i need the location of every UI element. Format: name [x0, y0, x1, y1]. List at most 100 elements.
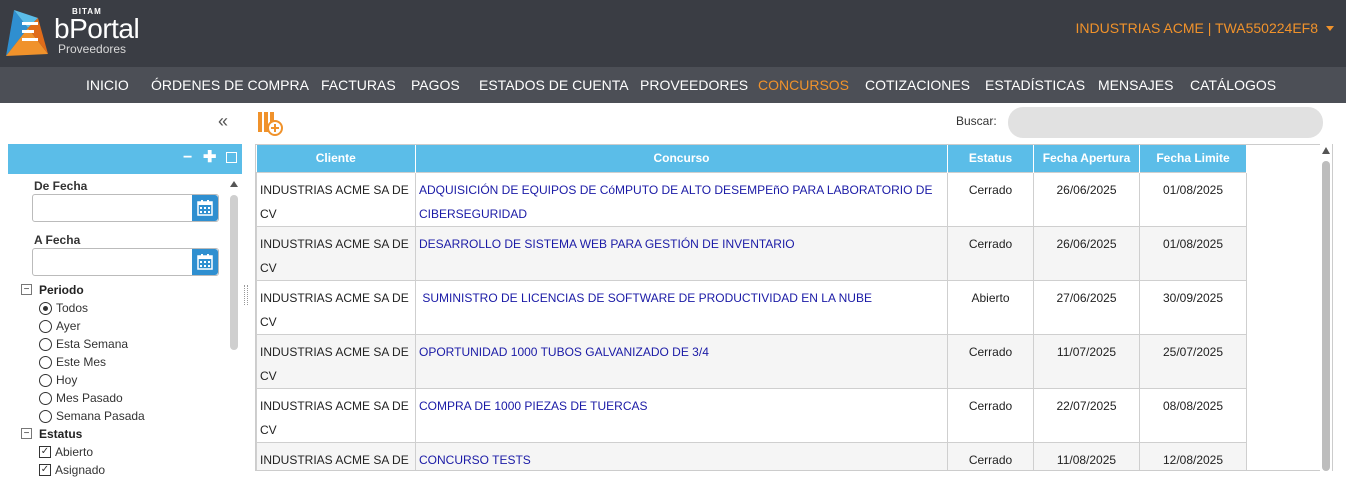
- cell-fecha-apertura: 22/07/2025: [1033, 387, 1140, 443]
- nav-item-inicio[interactable]: INICIO: [86, 77, 129, 93]
- table-row[interactable]: INDUSTRIAS ACME SA DE CV OPORTUNIDAD 100…: [256, 333, 1247, 389]
- column-header-fecha-limite[interactable]: Fecha Limite: [1139, 145, 1247, 172]
- table-row[interactable]: INDUSTRIAS ACME SA DE CV CONCURSO TESTS …: [256, 441, 1247, 470]
- cell-concurso-link[interactable]: COMPRA DE 1000 PIEZAS DE TUERCAS: [415, 387, 948, 443]
- account-dropdown[interactable]: INDUSTRIAS ACME | TWA550224EF8: [1075, 20, 1334, 36]
- nav-item-mensajes[interactable]: MENSAJES: [1098, 77, 1173, 93]
- table-header-row: Cliente Concurso Estatus Fecha Apertura …: [256, 145, 1247, 172]
- calendar-icon[interactable]: [192, 249, 218, 275]
- cell-fecha-apertura: 27/06/2025: [1033, 279, 1140, 335]
- checkbox-checked-icon[interactable]: ✓: [39, 464, 51, 476]
- cell-fecha-apertura: 26/06/2025: [1033, 225, 1140, 281]
- cell-cliente: INDUSTRIAS ACME SA DE CV: [256, 387, 416, 443]
- cell-cliente: INDUSTRIAS ACME SA DE CV: [256, 441, 416, 470]
- table-row[interactable]: INDUSTRIAS ACME SA DE CV DESARROLLO DE S…: [256, 225, 1247, 281]
- radio-icon[interactable]: [39, 373, 52, 387]
- column-header-concurso[interactable]: Concurso: [415, 145, 948, 172]
- radio-icon[interactable]: [39, 319, 52, 333]
- status-option-asignado[interactable]: ✓ Asignado: [39, 463, 105, 477]
- search-label: Buscar:: [956, 114, 997, 128]
- table-row[interactable]: INDUSTRIAS ACME SA DE CV SUMINISTRO DE L…: [256, 279, 1247, 335]
- concursos-table: Cliente Concurso Estatus Fecha Apertura …: [256, 145, 1247, 470]
- cell-fecha-limite: 30/09/2025: [1139, 279, 1247, 335]
- period-option-label: Este Mes: [56, 355, 107, 369]
- period-option-esta-semana[interactable]: Esta Semana: [39, 337, 128, 351]
- grid-scrollbar-thumb[interactable]: [1322, 161, 1330, 471]
- panel-splitter[interactable]: [244, 285, 248, 305]
- cell-fecha-limite: 01/08/2025: [1139, 225, 1247, 281]
- nav-item-estados-de-cuenta[interactable]: ESTADOS DE CUENTA: [479, 77, 629, 93]
- period-option-todos[interactable]: Todos: [39, 301, 88, 315]
- logo-subtitle: Proveedores: [58, 42, 127, 56]
- nav-item-concursos[interactable]: CONCURSOS: [758, 77, 849, 93]
- period-option-hoy[interactable]: Hoy: [39, 373, 77, 387]
- scroll-up-arrow-icon[interactable]: [1322, 147, 1330, 154]
- cell-concurso-link[interactable]: OPORTUNIDAD 1000 TUBOS GALVANIZADO DE 3/…: [415, 333, 948, 389]
- main-nav: INICIO ÓRDENES DE COMPRA FACTURAS PAGOS …: [0, 67, 1346, 103]
- column-header-fecha-apertura[interactable]: Fecha Apertura: [1033, 145, 1140, 172]
- scroll-up-arrow-icon[interactable]: [230, 181, 238, 187]
- periodo-collapse-toggle[interactable]: −: [21, 284, 32, 295]
- cell-estatus: Cerrado: [947, 225, 1034, 281]
- nav-item-cotizaciones[interactable]: COTIZACIONES: [865, 77, 970, 93]
- periodo-title: Periodo: [39, 283, 84, 297]
- cell-fecha-apertura: 11/07/2025: [1033, 333, 1140, 389]
- radio-icon[interactable]: [39, 391, 52, 405]
- cell-estatus: Abierto: [947, 279, 1034, 335]
- double-chevron-left-icon[interactable]: «: [218, 111, 228, 132]
- radio-icon[interactable]: [39, 337, 52, 351]
- nav-item-estadisticas[interactable]: ESTADÍSTICAS: [985, 77, 1085, 93]
- radio-selected-icon[interactable]: [39, 301, 52, 315]
- from-date-label: De Fecha: [34, 179, 88, 193]
- cell-fecha-limite: 08/08/2025: [1139, 387, 1247, 443]
- estatus-collapse-toggle[interactable]: −: [21, 428, 32, 439]
- search-input[interactable]: [1008, 107, 1323, 138]
- add-document-icon[interactable]: [257, 110, 283, 136]
- radio-icon[interactable]: [39, 409, 52, 423]
- table-row[interactable]: INDUSTRIAS ACME SA DE CV COMPRA DE 1000 …: [256, 387, 1247, 443]
- status-option-label: Abierto: [55, 445, 94, 459]
- period-option-label: Hoy: [56, 373, 78, 387]
- nav-item-catalogos[interactable]: CATÁLOGOS: [1190, 77, 1276, 93]
- cell-estatus: Cerrado: [947, 441, 1034, 470]
- expand-all-icon[interactable]: ✚: [203, 150, 216, 166]
- nav-item-proveedores[interactable]: PROVEEDORES: [640, 77, 748, 93]
- sidebar-scrollbar[interactable]: [230, 195, 238, 350]
- nav-item-ordenes-de-compra[interactable]: ÓRDENES DE COMPRA: [151, 77, 309, 93]
- maximize-icon[interactable]: [226, 152, 237, 163]
- collapse-all-icon[interactable]: −: [183, 150, 192, 166]
- cell-concurso-link[interactable]: SUMINISTRO DE LICENCIAS DE SOFTWARE DE P…: [415, 279, 948, 335]
- cell-concurso-link[interactable]: CONCURSO TESTS: [415, 441, 948, 470]
- cell-concurso-link[interactable]: DESARROLLO DE SISTEMA WEB PARA GESTIÓN D…: [415, 225, 948, 281]
- cell-cliente: INDUSTRIAS ACME SA DE CV: [256, 279, 416, 335]
- period-option-este-mes[interactable]: Este Mes: [39, 355, 106, 369]
- cell-fecha-apertura: 11/08/2025: [1033, 441, 1140, 470]
- status-option-abierto[interactable]: ✓ Abierto: [39, 445, 93, 459]
- filter-sidebar: « − ✚ De Fecha A Fecha − Periodo Todos A…: [0, 103, 242, 477]
- nav-item-facturas[interactable]: FACTURAS: [321, 77, 396, 93]
- bportal-logo[interactable]: BITAM bPortal Proveedores: [4, 4, 164, 60]
- column-header-cliente[interactable]: Cliente: [256, 145, 416, 172]
- column-header-estatus[interactable]: Estatus: [947, 145, 1034, 172]
- cell-fecha-limite: 01/08/2025: [1139, 171, 1247, 227]
- period-option-label: Semana Pasada: [56, 409, 145, 423]
- caret-down-icon: [1326, 25, 1334, 31]
- to-date-label: A Fecha: [34, 233, 81, 247]
- from-date-field[interactable]: [32, 194, 219, 222]
- period-option-label: Esta Semana: [56, 337, 129, 351]
- period-option-mes-pasado[interactable]: Mes Pasado: [39, 391, 123, 405]
- nav-item-pagos[interactable]: PAGOS: [411, 77, 460, 93]
- period-option-label: Todos: [56, 301, 89, 315]
- period-option-semana-pasada[interactable]: Semana Pasada: [39, 409, 145, 423]
- app-header: BITAM bPortal Proveedores INDUSTRIAS ACM…: [0, 0, 1346, 67]
- checkbox-checked-icon[interactable]: ✓: [39, 446, 51, 458]
- calendar-icon[interactable]: [192, 195, 218, 221]
- period-option-label: Ayer: [56, 319, 81, 333]
- table-row[interactable]: INDUSTRIAS ACME SA DE CV ADQUISICIÓN DE …: [256, 171, 1247, 227]
- status-option-label: Asignado: [55, 463, 106, 477]
- period-option-ayer[interactable]: Ayer: [39, 319, 80, 333]
- radio-icon[interactable]: [39, 355, 52, 369]
- to-date-field[interactable]: [32, 248, 219, 276]
- cell-concurso-link[interactable]: ADQUISICIÓN DE EQUIPOS DE CóMPUTO DE ALT…: [415, 171, 948, 227]
- account-label: INDUSTRIAS ACME | TWA550224EF8: [1075, 20, 1319, 36]
